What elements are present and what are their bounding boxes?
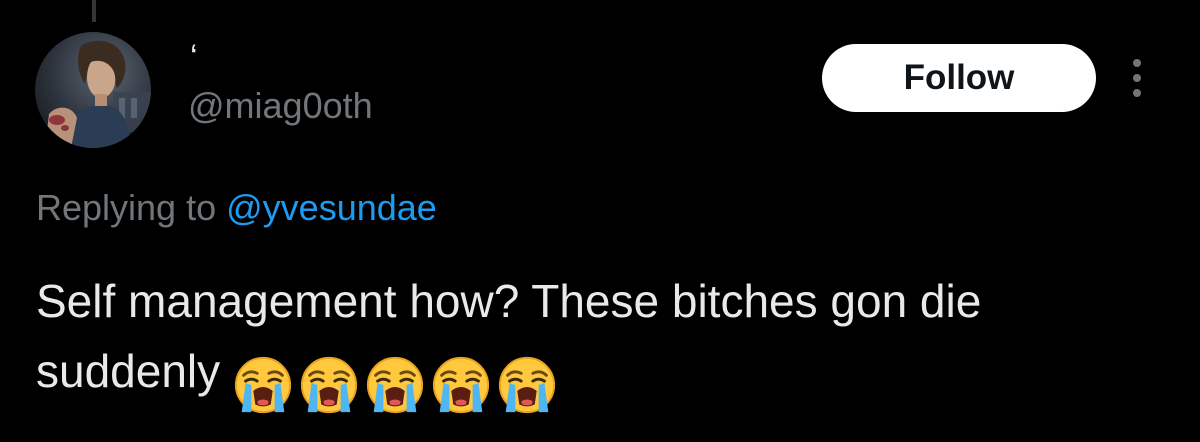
tweet-text: Self management how? These bitches gon d… [36, 266, 1136, 416]
loudly-crying-face-icon [433, 356, 490, 413]
thread-connector-line [92, 0, 96, 22]
display-name[interactable]: ‘ [190, 40, 198, 74]
avatar-image [35, 32, 151, 148]
user-handle[interactable]: @miag0oth [188, 84, 373, 128]
emoji-row [232, 346, 562, 416]
follow-button[interactable]: Follow [822, 44, 1096, 112]
replying-to-label: Replying to [36, 187, 217, 228]
loudly-crying-face-icon [235, 356, 292, 413]
loudly-crying-face-icon [367, 356, 424, 413]
loudly-crying-face-icon [499, 356, 556, 413]
replying-to-mention-link[interactable]: @yvesundae [226, 187, 437, 228]
avatar[interactable] [35, 32, 151, 148]
replying-to-line: Replying to @yvesundae [36, 184, 437, 232]
more-options-icon[interactable] [1124, 56, 1150, 100]
loudly-crying-face-icon [301, 356, 358, 413]
